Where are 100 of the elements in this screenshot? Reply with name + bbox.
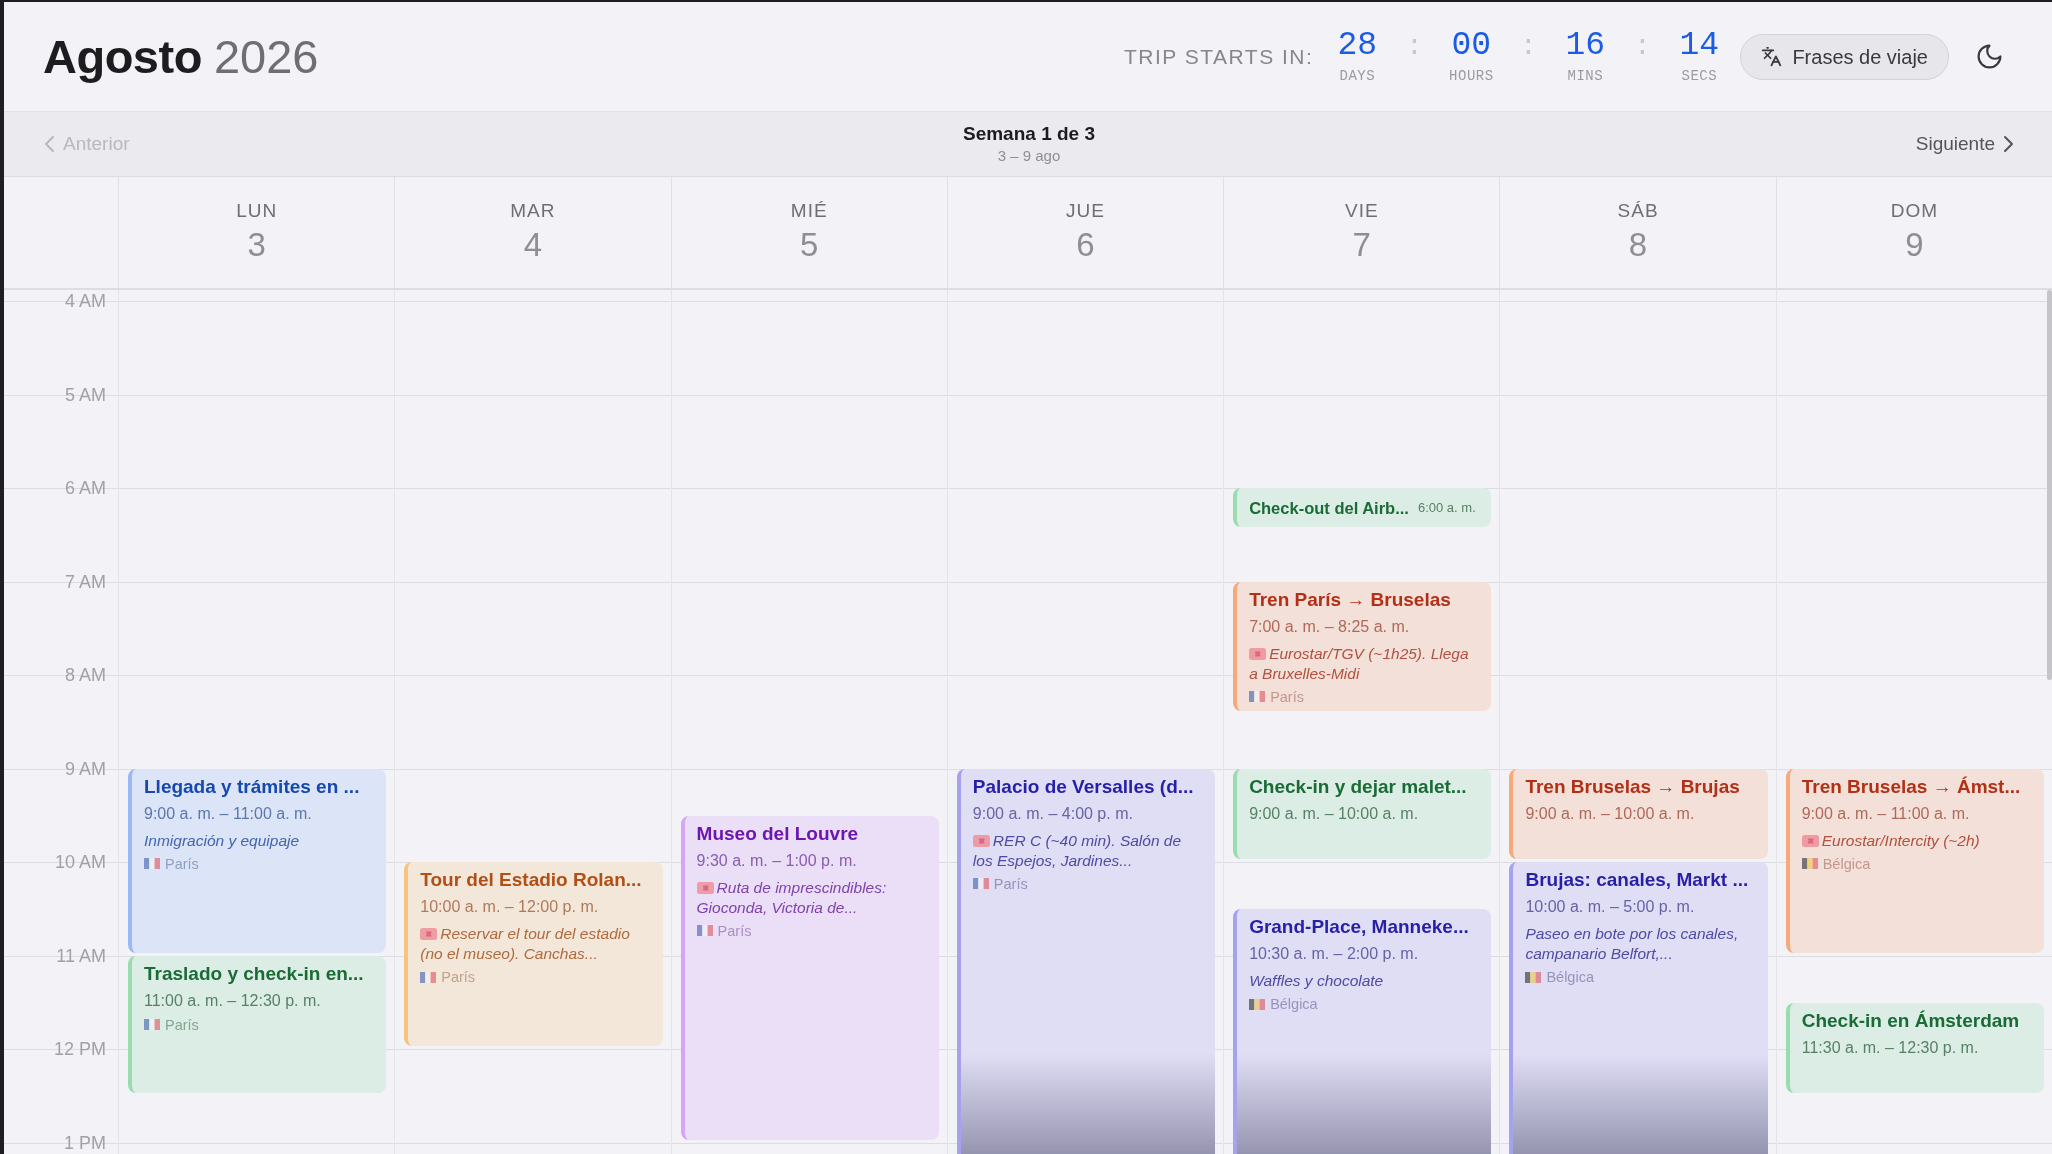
event-location: Bélgica (1822, 854, 1871, 873)
event-note: RER C (~40 min). Salón de los Espejos, Jardines... (972, 831, 1182, 869)
hour-label: 10 AM (54, 852, 106, 873)
event-location: Bélgica (1546, 968, 1594, 987)
event-time: 9:30 a. m. – 1:00 p. m. (696, 850, 858, 871)
next-week-button[interactable]: Siguiente (1911, 125, 2018, 163)
day-name: VIE (1344, 200, 1379, 224)
event-card[interactable]: Palacio de Versalles (d... 9:00 a. m. – 4:00 p. m. RER C (~40 min). Salón de los Espejos, Jardines... París (956, 768, 1216, 1154)
event-card[interactable]: Check-in y dejar malet... 9:00 a. m. – 10:00 a. m. (1233, 768, 1492, 860)
countdown-separator: : (1519, 32, 1537, 63)
countdown-value: 14 (1679, 28, 1720, 65)
moon-icon (1975, 42, 2004, 71)
event-note: Reservar el tour del estadio (no el museo). Canchas... (420, 925, 630, 963)
event-time: 11:30 a. m. – 12:30 p. m. (1801, 1037, 1980, 1058)
hour-label: 4 AM (64, 291, 106, 311)
event-title: Traslado y check-in en... (144, 961, 365, 986)
countdown-label: TRIP STARTS IN: (1124, 43, 1314, 70)
event-title: Brujas: canales, Markt ... (1525, 868, 1750, 893)
event-location: París (993, 874, 1028, 893)
event-title: Llegada y trámites en ... (144, 774, 361, 799)
day-name: JUE (1066, 200, 1105, 224)
event-title: Tren Bruselas → Brujas (1525, 774, 1741, 799)
event-card[interactable]: Check-in en Ámsterdam 11:30 a. m. – 12:30 p. m. (1785, 1002, 2044, 1094)
day-name: MAR (510, 200, 556, 224)
day-number: 5 (800, 225, 819, 265)
event-time: 10:00 a. m. – 5:00 p. m. (1525, 897, 1696, 918)
event-card[interactable]: Grand-Place, Manneke... 10:30 a. m. – 2:00 p. m. Waffles y chocolate Bélgica (1233, 909, 1492, 1154)
event-note: Inmigración y equipaje (144, 831, 300, 849)
event-note: Paseo en bote por los canales, campanario Belfort,... (1525, 925, 1739, 963)
event-card[interactable]: Museo del Louvre 9:30 a. m. – 1:00 p. m. Ruta de imprescindibles: Gioconda, Victoria de... París (680, 815, 939, 1140)
countdown-separator: : (1405, 32, 1423, 63)
event-title: Palacio de Versalles (d... (972, 774, 1195, 799)
week-title: Semana 1 de 3 (963, 122, 1095, 146)
day-number: 9 (1905, 225, 1924, 265)
day-name: MIÉ (790, 200, 828, 224)
hour-label: 7 AM (64, 571, 106, 592)
chevron-right-icon (2003, 135, 2014, 153)
event-time: 9:00 a. m. – 10:00 a. m. (1525, 803, 1696, 824)
event-location: París (441, 968, 476, 987)
travel-phrases-button[interactable]: Frases de viaje (1740, 33, 1949, 80)
event-time: 7:00 a. m. – 8:25 a. m. (1249, 616, 1411, 637)
event-title: Check-in en Ámsterdam (1801, 1008, 2021, 1033)
event-time: 9:00 a. m. – 4:00 p. m. (972, 803, 1134, 824)
dark-mode-button[interactable] (1975, 42, 2004, 71)
countdown-unit: DAYS (1339, 66, 1376, 85)
event-note: Eurostar/TGV (~1h25). Llega a Bruxelles-Midi (1249, 644, 1469, 682)
day-number: 8 (1628, 225, 1648, 265)
countdown-value: 28 (1337, 28, 1378, 65)
countdown-unit: HOURS (1449, 66, 1494, 85)
event-time: 9:00 a. m. – 10:00 a. m. (1249, 803, 1420, 824)
event-card[interactable]: Tren Bruselas → Brujas 9:00 a. m. – 10:00 a. m. (1509, 768, 1768, 860)
event-time: 6:00 a. m. (1417, 498, 1476, 517)
hour-label: 12 PM (53, 1039, 106, 1060)
hour-label: 8 AM (64, 665, 106, 686)
event-card[interactable]: Tren París → Bruselas 7:00 a. m. – 8:25 a. m. Eurostar/TGV (~1h25). Llega a Bruxelles-Midi París (1233, 581, 1492, 712)
countdown-unit: MINS (1567, 66, 1604, 85)
event-title: Grand-Place, Manneke... (1249, 915, 1470, 940)
day-name: SÁB (1617, 200, 1659, 224)
hour-label: 5 AM (64, 384, 106, 405)
event-time: 10:30 a. m. – 2:00 p. m. (1249, 944, 1420, 965)
event-time: 9:00 a. m. – 11:00 a. m. (1801, 803, 1971, 824)
week-date-range: 3 – 9 ago (997, 145, 1061, 166)
countdown-separator: : (1633, 32, 1651, 63)
hour-label: 1 PM (64, 1133, 106, 1153)
chevron-left-icon (44, 135, 55, 153)
countdown-value: 00 (1451, 28, 1492, 65)
day-number: 6 (1076, 225, 1095, 265)
event-location: Bélgica (1270, 995, 1318, 1014)
scrollbar-thumb[interactable] (2047, 290, 2052, 680)
event-card[interactable]: Tour del Estadio Rolan... 10:00 a. m. – 12:00 p. m. Reservar el tour del estadio (no el museo). Canchas... París (404, 862, 663, 1047)
event-time: 11:00 a. m. – 12:30 p. m. (144, 990, 322, 1011)
event-card[interactable]: Llegada y trámites en ... 9:00 a. m. – 11:00 a. m. Inmigración y equipaje París (128, 768, 387, 953)
hour-label: 6 AM (64, 478, 106, 499)
event-note: Eurostar/Intercity (~2h) (1821, 831, 1980, 849)
hour-label: 9 AM (64, 758, 106, 779)
event-card[interactable]: Tren Bruselas → Ámst... 9:00 a. m. – 11:00 a. m. Eurostar/Intercity (~2h) Bélgica (1785, 768, 2044, 953)
event-title: Check-in y dejar malet... (1249, 774, 1468, 799)
event-card[interactable]: Check-out del Airb... 6:00 a. m. (1233, 488, 1492, 528)
day-number: 7 (1352, 225, 1371, 265)
event-title: Tour del Estadio Rolan... (420, 868, 643, 893)
day-name: LUN (236, 200, 278, 224)
event-title: Museo del Louvre (696, 821, 860, 846)
event-location: París (717, 921, 752, 940)
event-note: Waffles y chocolate (1249, 972, 1384, 990)
event-title: Tren Bruselas → Ámst... (1801, 774, 2022, 799)
event-title: Tren París → Bruselas (1249, 587, 1452, 612)
day-number: 4 (523, 225, 543, 265)
countdown-value: 16 (1565, 28, 1606, 65)
event-card[interactable]: Traslado y check-in en... 11:00 a. m. – 12:30 p. m. París (128, 955, 387, 1094)
day-number: 3 (247, 225, 266, 265)
day-name: DOM (1890, 200, 1938, 224)
event-title: Check-out del Airb... (1249, 497, 1409, 519)
event-note: Ruta de imprescindibles: Gioconda, Victoria de... (696, 878, 887, 916)
year-title: 2026 (213, 33, 319, 80)
event-card[interactable]: Brujas: canales, Markt ... 10:00 a. m. – 5:00 p. m. Paseo en bote por los canales, campanario Belfort,... Bélgica (1509, 862, 1768, 1154)
hour-label: 11 AM (56, 945, 106, 966)
event-time: 10:00 a. m. – 12:00 p. m. (420, 897, 600, 918)
event-location: París (1270, 687, 1304, 706)
event-time: 9:00 a. m. – 11:00 a. m. (144, 803, 313, 824)
translate-icon (1761, 46, 1783, 67)
